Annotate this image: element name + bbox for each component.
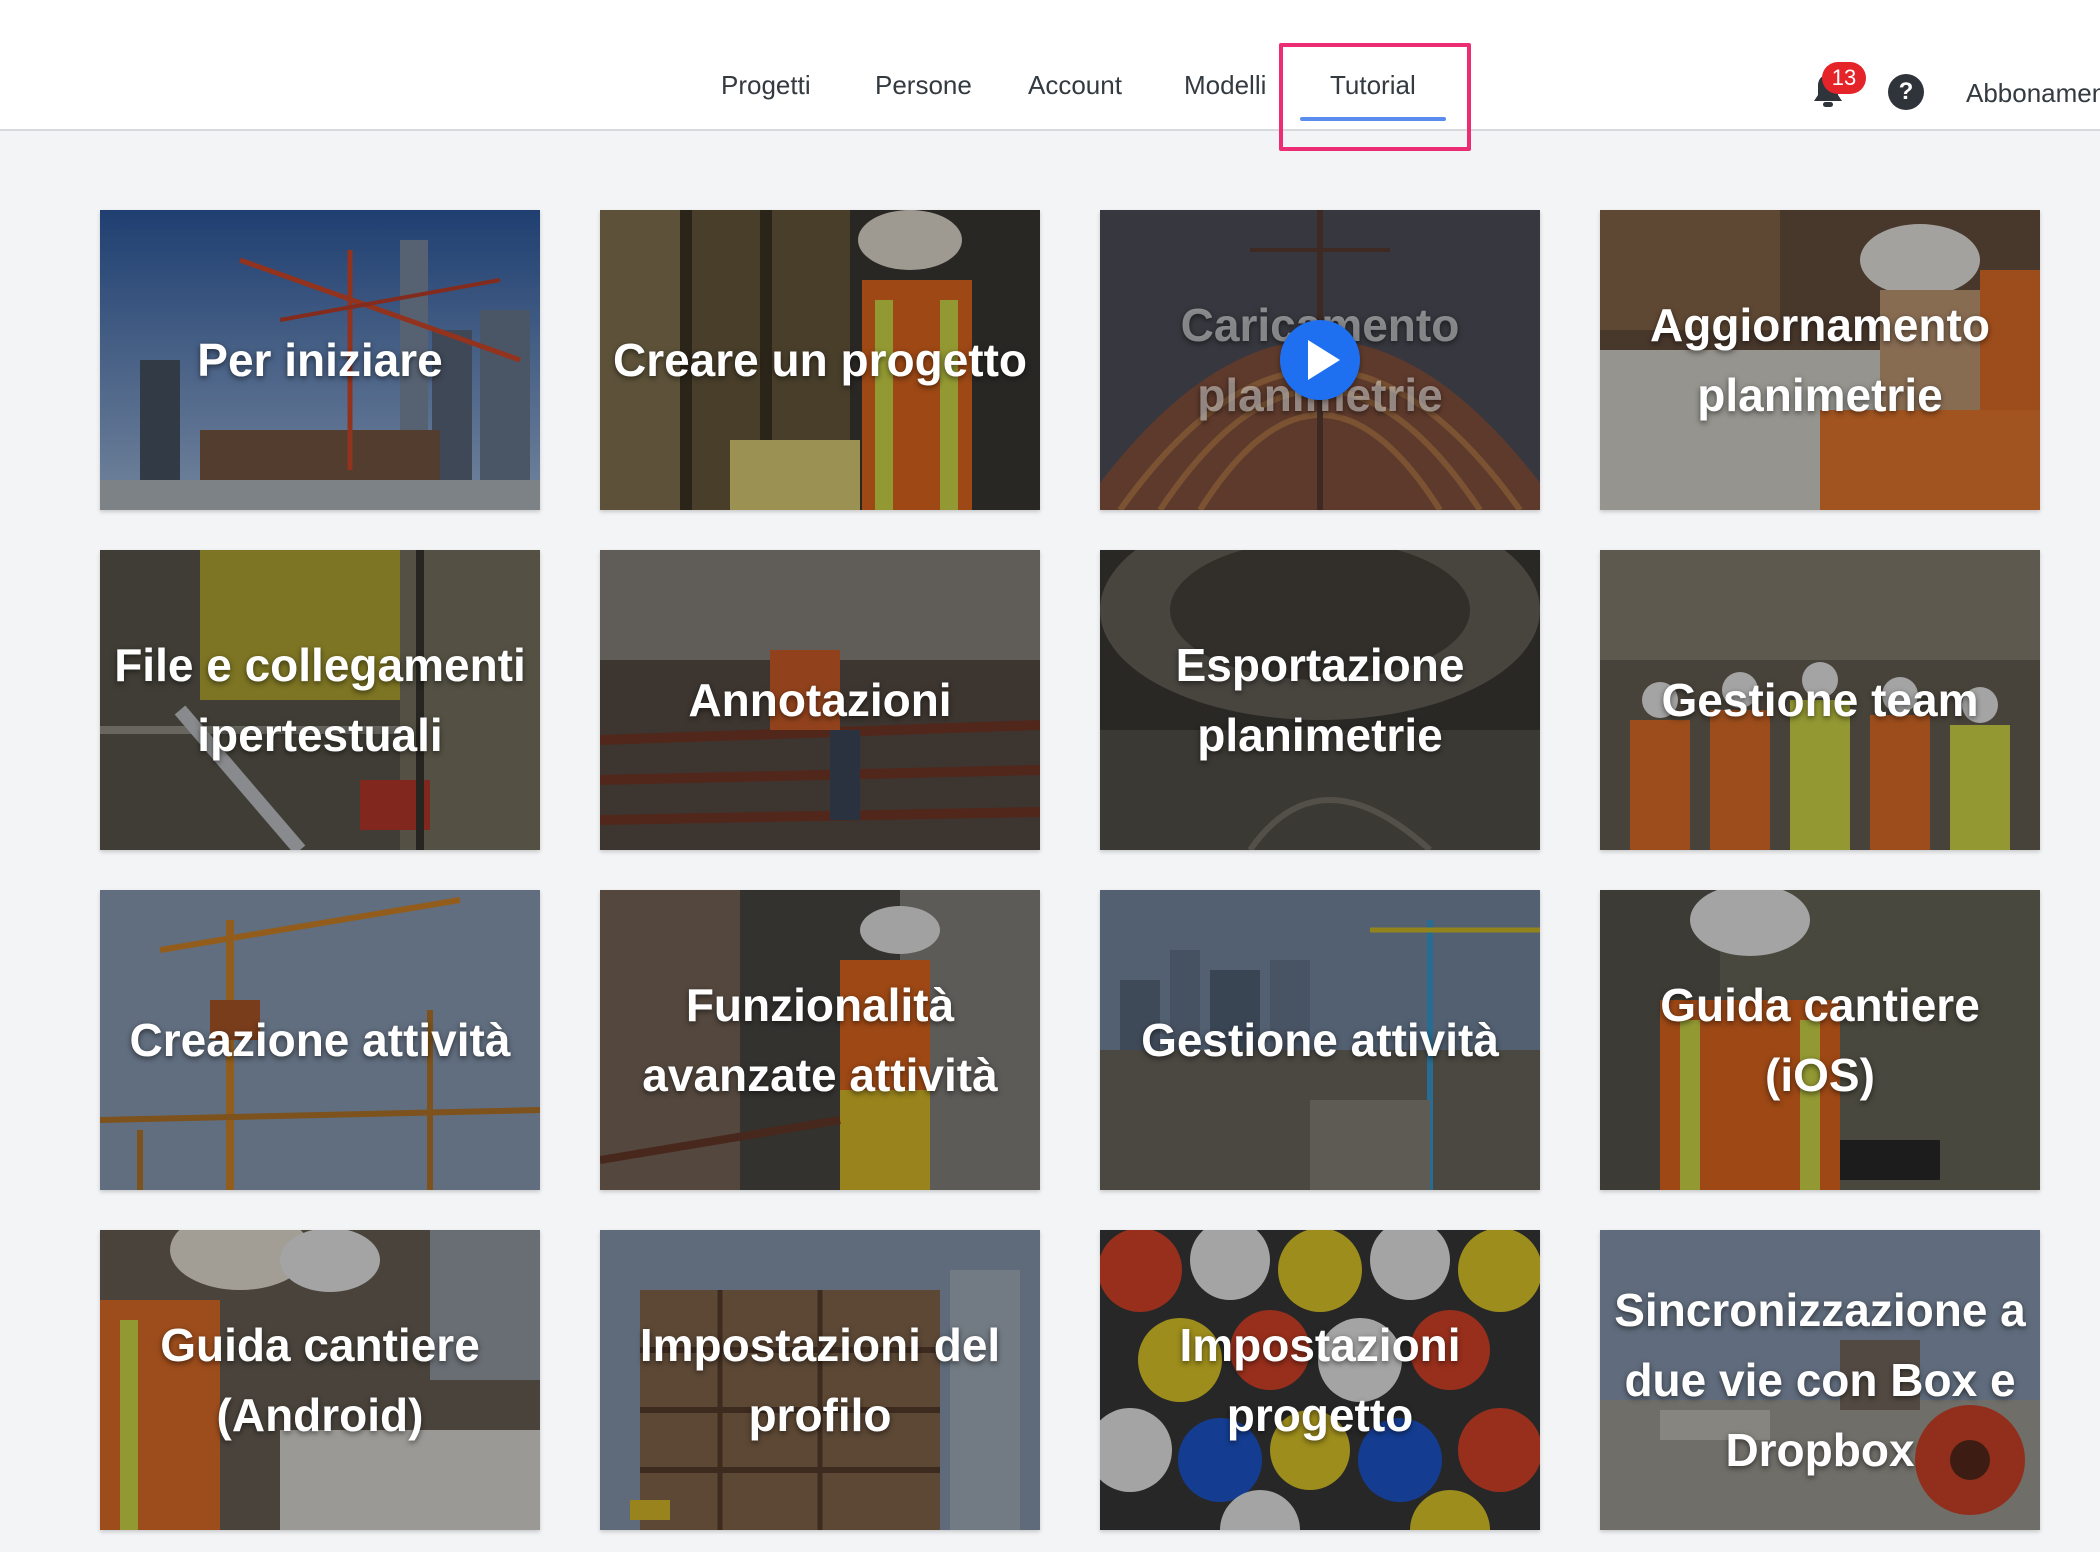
tutorial-grid: Per iniziare Creare un progetto Aggiorna… bbox=[100, 210, 2040, 1530]
tutorial-card[interactable]: Per iniziare bbox=[100, 210, 540, 510]
tutorial-card[interactable]: Impostazioni del profilo bbox=[600, 1230, 1040, 1530]
tutorial-card[interactable]: Gestione team bbox=[1600, 550, 2040, 850]
tutorial-card[interactable]: Creazione attività bbox=[100, 890, 540, 1190]
tutorial-card[interactable]: Creare un progetto bbox=[600, 210, 1040, 510]
tutorial-title: Funzionalità avanzate attività bbox=[642, 979, 998, 1101]
tutorial-card[interactable]: Gestione attività bbox=[1100, 890, 1540, 1190]
tutorial-card[interactable]: Sincronizzazione a due vie con Box e Dro… bbox=[1600, 1230, 2040, 1530]
tab-progetti[interactable]: Progetti bbox=[721, 70, 811, 101]
tutorial-title: Esportazione planimetrie bbox=[1175, 639, 1465, 761]
tab-tutorial[interactable]: Tutorial bbox=[1300, 70, 1446, 121]
tutorial-title: Gestione attività bbox=[1141, 1014, 1499, 1066]
tutorial-card[interactable]: File e collegamenti ipertestuali bbox=[100, 550, 540, 850]
tutorial-title: Impostazioni progetto bbox=[1179, 1319, 1461, 1441]
tutorial-title: Gestione team bbox=[1661, 674, 1979, 726]
notification-count-badge[interactable]: 13 bbox=[1822, 62, 1866, 94]
tutorial-title: Creazione attività bbox=[129, 1014, 511, 1066]
tutorial-title: Annotazioni bbox=[688, 674, 952, 726]
tutorial-card[interactable]: Annotazioni bbox=[600, 550, 1040, 850]
play-icon[interactable] bbox=[1280, 320, 1360, 400]
tutorial-card[interactable]: Esportazione planimetrie bbox=[1100, 550, 1540, 850]
question-mark-icon[interactable]: ? bbox=[1888, 74, 1924, 110]
tutorial-title: File e collegamenti ipertestuali bbox=[114, 639, 526, 761]
top-navigation-bar: Progetti Persone Account Modelli Tutoria… bbox=[0, 0, 2100, 131]
tutorial-title: Aggiornamento planimetrie bbox=[1650, 299, 1990, 421]
tutorial-card[interactable]: Guida cantiere (iOS) bbox=[1600, 890, 2040, 1190]
tab-persone[interactable]: Persone bbox=[875, 70, 972, 101]
tutorial-title: Per iniziare bbox=[197, 334, 443, 386]
tutorial-card[interactable]: Guida cantiere (Android) bbox=[100, 1230, 540, 1530]
tab-account[interactable]: Account bbox=[1028, 70, 1122, 101]
tutorial-title: Impostazioni del profilo bbox=[639, 1319, 1001, 1441]
tutorial-title: Creare un progetto bbox=[612, 334, 1028, 386]
tutorial-title: Sincronizzazione a due vie con Box e Dro… bbox=[1614, 1284, 2026, 1476]
tutorial-card[interactable]: Caricamento planimetrie bbox=[1100, 210, 1540, 510]
tutorial-card[interactable]: Impostazioni progetto bbox=[1100, 1230, 1540, 1530]
subscription-link[interactable]: Abbonamento bbox=[1966, 78, 2100, 109]
tutorial-card[interactable]: Funzionalità avanzate attività bbox=[600, 890, 1040, 1190]
tutorial-card[interactable]: Aggiornamento planimetrie bbox=[1600, 210, 2040, 510]
tutorial-title: Guida cantiere (Android) bbox=[160, 1319, 480, 1441]
tutorial-title: Guida cantiere (iOS) bbox=[1660, 979, 1980, 1101]
tab-modelli[interactable]: Modelli bbox=[1184, 70, 1266, 101]
